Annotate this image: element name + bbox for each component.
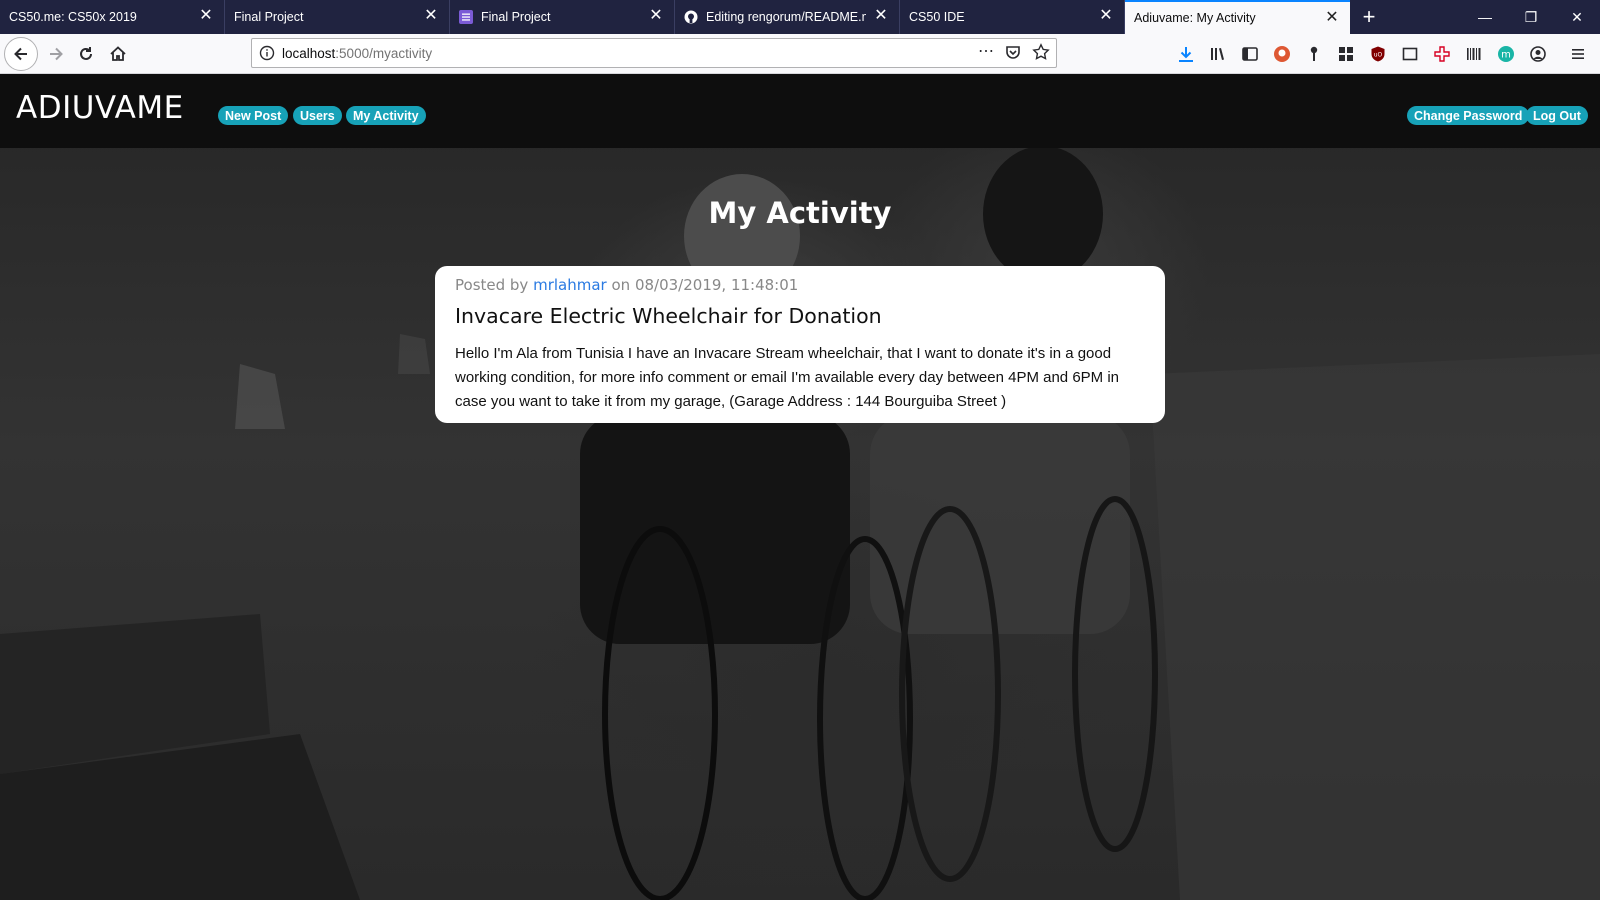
nav-new-post-button[interactable]: New Post	[218, 106, 289, 125]
tab-title: Adiuvame: My Activity	[1134, 11, 1256, 25]
pocket-icon[interactable]	[1004, 43, 1022, 66]
post-author-link[interactable]: mrlahmar	[533, 276, 607, 294]
profile-icon[interactable]	[1528, 44, 1548, 64]
tab-title: CS50.me: CS50x 2019	[9, 10, 137, 24]
post-title[interactable]: Invacare Electric Wheelchair for Donatio…	[455, 304, 1145, 328]
page-title: My Activity	[708, 196, 892, 230]
browser-tab[interactable]: Final Project ✕	[225, 0, 450, 34]
container-plus-icon[interactable]	[1432, 44, 1452, 64]
log-out-button[interactable]: Log Out	[1526, 106, 1588, 125]
browser-toolbar: localhost:5000/myactivity ⋯ uO m	[0, 34, 1600, 74]
site-logo[interactable]: ADIUVAME	[16, 90, 184, 126]
close-window-icon[interactable]: ✕	[1554, 0, 1600, 34]
nav-my-activity-button[interactable]: My Activity	[346, 106, 426, 125]
browser-tab-active[interactable]: Adiuvame: My Activity ✕	[1125, 0, 1350, 34]
svg-text:uO: uO	[1374, 52, 1383, 59]
extensions-grid-icon[interactable]	[1336, 44, 1356, 64]
nav-users-button[interactable]: Users	[293, 106, 342, 125]
close-tab-icon[interactable]: ✕	[198, 8, 214, 24]
github-icon	[684, 10, 698, 24]
ublock-icon[interactable]: uO	[1368, 44, 1388, 64]
reload-icon[interactable]	[70, 38, 102, 70]
home-icon[interactable]	[102, 38, 134, 70]
post-meta: Posted by mrlahmar on 08/03/2019, 11:48:…	[455, 276, 1145, 294]
tab-title: Final Project	[481, 10, 551, 24]
page-actions-icon[interactable]: ⋯	[978, 43, 994, 66]
post-date: on 08/03/2019, 11:48:01	[611, 276, 799, 294]
tab-title: Editing rengorum/README.md	[706, 10, 866, 24]
barcode-icon[interactable]	[1464, 44, 1484, 64]
toolbar-icons: uO m	[1176, 44, 1588, 64]
browser-tab[interactable]: CS50 IDE ✕	[900, 0, 1125, 34]
tab-title: CS50 IDE	[909, 10, 965, 24]
account-avatar-icon[interactable]: m	[1496, 44, 1516, 64]
close-tab-icon[interactable]: ✕	[423, 8, 439, 24]
key-icon[interactable]	[1304, 44, 1324, 64]
library-icon[interactable]	[1208, 44, 1228, 64]
site-header: ADIUVAME New Post Users My Activity Chan…	[0, 74, 1600, 148]
url-path: :5000/myactivity	[335, 45, 433, 61]
screenshot-icon[interactable]	[1400, 44, 1420, 64]
svg-text:m: m	[1501, 50, 1511, 61]
url-bar[interactable]: localhost:5000/myactivity ⋯	[251, 38, 1057, 68]
site-info-icon[interactable]	[252, 45, 282, 61]
forward-button[interactable]	[40, 38, 72, 70]
browser-tab[interactable]: Editing rengorum/README.md ✕	[675, 0, 900, 34]
minimize-icon[interactable]: —	[1462, 0, 1508, 34]
tab-title: Final Project	[234, 10, 304, 24]
post-body: Hello I'm Ala from Tunisia I have an Inv…	[455, 345, 1120, 410]
close-tab-icon[interactable]: ✕	[873, 8, 889, 24]
sidebar-icon[interactable]	[1240, 44, 1260, 64]
post-card: Posted by mrlahmar on 08/03/2019, 11:48:…	[435, 266, 1165, 423]
url-host: localhost	[282, 45, 336, 61]
new-tab-button[interactable]: +	[1350, 0, 1388, 34]
url-text: localhost:5000/myactivity	[282, 46, 432, 61]
form-icon	[459, 10, 473, 24]
bookmark-star-icon[interactable]	[1032, 43, 1050, 66]
download-icon[interactable]	[1176, 44, 1196, 64]
browser-tab[interactable]: Final Project ✕	[450, 0, 675, 34]
close-tab-icon[interactable]: ✕	[648, 8, 664, 24]
posted-by-label: Posted by	[455, 276, 529, 294]
window-controls: — ❐ ✕	[1462, 0, 1600, 34]
restore-icon[interactable]: ❐	[1508, 0, 1554, 34]
menu-icon[interactable]	[1568, 44, 1588, 64]
url-actions: ⋯	[978, 43, 1050, 66]
page-viewport: ADIUVAME New Post Users My Activity Chan…	[0, 74, 1600, 900]
change-password-button[interactable]: Change Password	[1407, 106, 1530, 125]
close-tab-icon[interactable]: ✕	[1324, 10, 1340, 26]
back-button[interactable]	[4, 37, 38, 71]
browser-tab-strip: CS50.me: CS50x 2019 ✕ Final Project ✕ Fi…	[0, 0, 1600, 34]
browser-tab[interactable]: CS50.me: CS50x 2019 ✕	[0, 0, 225, 34]
close-tab-icon[interactable]: ✕	[1098, 8, 1114, 24]
duckduckgo-icon[interactable]	[1272, 44, 1292, 64]
